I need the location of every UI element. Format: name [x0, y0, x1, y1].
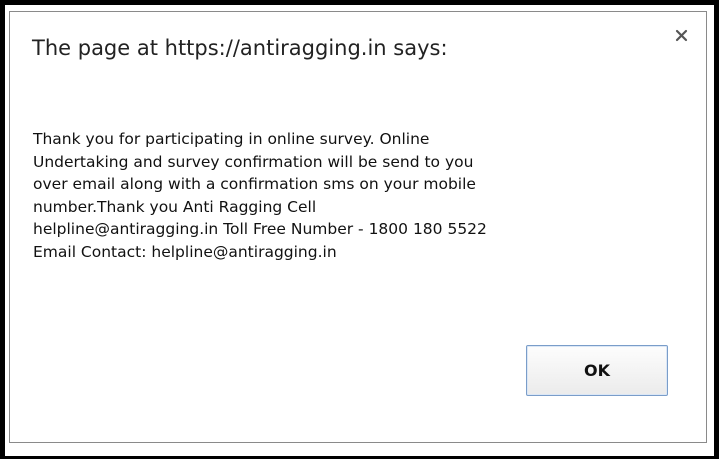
dialog-message: Thank you for participating in online su… — [33, 130, 487, 261]
dialog-title: The page at https://antiragging.in says: — [32, 36, 448, 60]
ok-button[interactable]: OK — [526, 345, 668, 396]
close-button[interactable] — [673, 27, 691, 45]
close-icon — [675, 29, 688, 42]
